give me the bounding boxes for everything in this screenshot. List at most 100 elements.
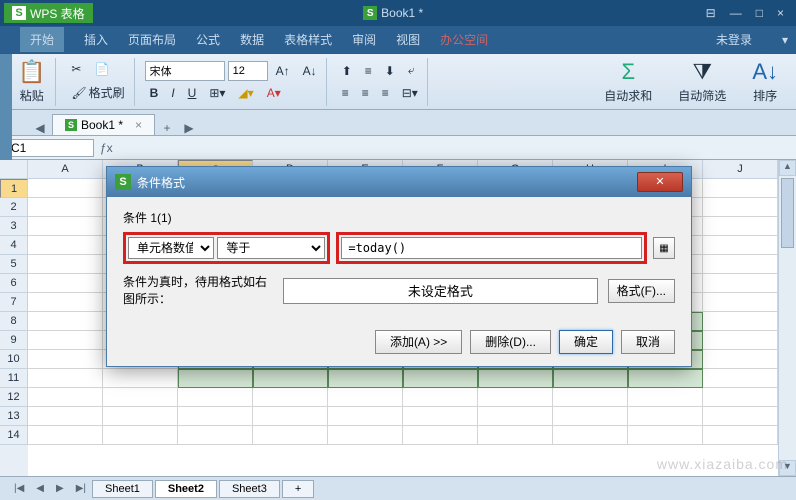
- align-right-button[interactable]: ≡: [377, 83, 394, 103]
- menu-office[interactable]: 办公空间: [440, 31, 488, 48]
- border-button[interactable]: ⊞▾: [204, 83, 230, 103]
- bold-button[interactable]: B: [145, 83, 164, 103]
- name-box[interactable]: C1: [4, 139, 94, 157]
- fx-icon[interactable]: ƒx: [100, 141, 113, 155]
- format-hint-label: 条件为真时，待用格式如右图所示：: [123, 274, 273, 308]
- cancel-button[interactable]: 取消: [621, 330, 675, 354]
- dialog-close-button[interactable]: ✕: [637, 172, 683, 192]
- sort-button[interactable]: A↓ 排序: [746, 57, 784, 106]
- range-picker-button[interactable]: ▦: [653, 237, 675, 259]
- window-mystery-icon[interactable]: ⊟: [706, 6, 716, 20]
- menu-style[interactable]: 表格样式: [284, 31, 332, 48]
- sheet-nav-prev-icon[interactable]: ◀: [30, 481, 50, 496]
- add-condition-button[interactable]: 添加(A) >>: [375, 330, 462, 354]
- app-name: WPS 表格: [30, 5, 85, 22]
- dialog-titlebar[interactable]: S 条件格式 ✕: [107, 167, 691, 197]
- row-header[interactable]: 10: [0, 350, 28, 369]
- autofilter-button[interactable]: ⧩ 自动筛选: [672, 57, 732, 106]
- row-header[interactable]: 1: [0, 179, 28, 198]
- align-top-button[interactable]: ⬆: [337, 61, 357, 81]
- row-header[interactable]: 7: [0, 293, 28, 312]
- dialog-title: 条件格式: [137, 174, 185, 191]
- increase-font-button[interactable]: A↑: [271, 61, 295, 81]
- row-header[interactable]: 14: [0, 426, 28, 445]
- menu-layout[interactable]: 页面布局: [128, 31, 176, 48]
- font-color-button[interactable]: A▾: [262, 83, 286, 103]
- wrap-button[interactable]: ⤶: [403, 60, 420, 81]
- login-status[interactable]: 未登录: [716, 31, 752, 48]
- merge-button[interactable]: ⊟▾: [397, 83, 423, 103]
- autosum-button[interactable]: Σ 自动求和: [598, 57, 658, 106]
- scroll-thumb[interactable]: [781, 178, 794, 248]
- menu-formula[interactable]: 公式: [196, 31, 220, 48]
- tab-add-icon[interactable]: +: [157, 121, 177, 135]
- delete-condition-button[interactable]: 删除(D)...: [470, 330, 551, 354]
- row-header[interactable]: 6: [0, 274, 28, 293]
- doc-tab[interactable]: S Book1 * ×: [52, 114, 155, 135]
- ok-button[interactable]: 确定: [559, 330, 613, 354]
- format-button[interactable]: 格式(F)...: [608, 279, 675, 303]
- row-header[interactable]: 4: [0, 236, 28, 255]
- tab-close-icon[interactable]: ×: [135, 118, 142, 132]
- menu-start[interactable]: 开始: [20, 27, 64, 52]
- italic-button[interactable]: I: [166, 83, 179, 103]
- size-select[interactable]: [228, 61, 268, 81]
- highlight-box: [336, 232, 647, 264]
- sheet-nav-last-icon[interactable]: ▶|: [70, 481, 92, 496]
- row-header[interactable]: 2: [0, 198, 28, 217]
- sort-icon: A↓: [752, 59, 778, 85]
- row-header[interactable]: 13: [0, 407, 28, 426]
- sheet-tab[interactable]: Sheet2: [155, 480, 217, 498]
- menu-dropdown-icon[interactable]: ▾: [782, 33, 788, 47]
- row-header[interactable]: 5: [0, 255, 28, 274]
- decrease-font-button[interactable]: A↓: [298, 61, 322, 81]
- menu-review[interactable]: 审阅: [352, 31, 376, 48]
- titlebar: S WPS 表格 S Book1 * ⊟ — □ ×: [0, 0, 796, 26]
- corner-cell[interactable]: [0, 160, 28, 179]
- window-minimize-icon[interactable]: —: [730, 6, 742, 20]
- menu-data[interactable]: 数据: [240, 31, 264, 48]
- scroll-up-icon[interactable]: ▲: [779, 160, 796, 176]
- col-header[interactable]: J: [703, 160, 778, 179]
- tab-label: Book1 *: [81, 118, 123, 132]
- paste-label: 粘贴: [20, 87, 44, 104]
- doc-title: Book1 *: [381, 6, 423, 20]
- app-badge: S WPS 表格: [4, 3, 93, 23]
- sheet-tab[interactable]: Sheet1: [92, 480, 153, 498]
- paste-button[interactable]: 📋 粘贴: [12, 57, 51, 106]
- row-header[interactable]: 12: [0, 388, 28, 407]
- cut-button[interactable]: ✂: [66, 59, 86, 79]
- menu-view[interactable]: 视图: [396, 31, 420, 48]
- vertical-scrollbar[interactable]: ▲ ▼: [778, 160, 796, 476]
- row-header[interactable]: 8: [0, 312, 28, 331]
- dialog-icon: S: [115, 174, 131, 190]
- condition-operator-select[interactable]: 等于: [217, 237, 325, 259]
- copy-button[interactable]: 📄: [89, 59, 114, 79]
- fill-color-button[interactable]: ◢▾: [233, 83, 258, 103]
- tab-prev-icon[interactable]: ◀: [30, 121, 50, 135]
- row-header[interactable]: 9: [0, 331, 28, 350]
- font-select[interactable]: [145, 61, 225, 81]
- sheet-nav-first-icon[interactable]: |◀: [8, 481, 30, 496]
- highlight-box: 单元格数值 等于: [123, 232, 330, 264]
- col-header[interactable]: A: [28, 160, 103, 179]
- row-header[interactable]: 3: [0, 217, 28, 236]
- window-close-icon[interactable]: ×: [777, 6, 784, 20]
- sheet-tab-add[interactable]: +: [282, 480, 314, 498]
- condition-value-input[interactable]: [341, 237, 642, 259]
- underline-button[interactable]: U: [183, 83, 202, 103]
- doc-icon: S: [363, 6, 377, 20]
- tab-next-icon[interactable]: ▶: [179, 121, 199, 135]
- align-middle-button[interactable]: ≡: [360, 61, 377, 81]
- sheet-nav-next-icon[interactable]: ▶: [50, 481, 70, 496]
- align-left-button[interactable]: ≡: [337, 83, 354, 103]
- align-center-button[interactable]: ≡: [357, 83, 374, 103]
- row-header[interactable]: 11: [0, 369, 28, 388]
- sheet-tab[interactable]: Sheet3: [219, 480, 280, 498]
- scroll-down-icon[interactable]: ▼: [779, 460, 796, 476]
- window-maximize-icon[interactable]: □: [756, 6, 763, 20]
- condition-target-select[interactable]: 单元格数值: [128, 237, 214, 259]
- align-bottom-button[interactable]: ⬇: [380, 61, 400, 81]
- menu-insert[interactable]: 插入: [84, 31, 108, 48]
- format-brush-button[interactable]: 🖌 格式刷: [66, 81, 129, 104]
